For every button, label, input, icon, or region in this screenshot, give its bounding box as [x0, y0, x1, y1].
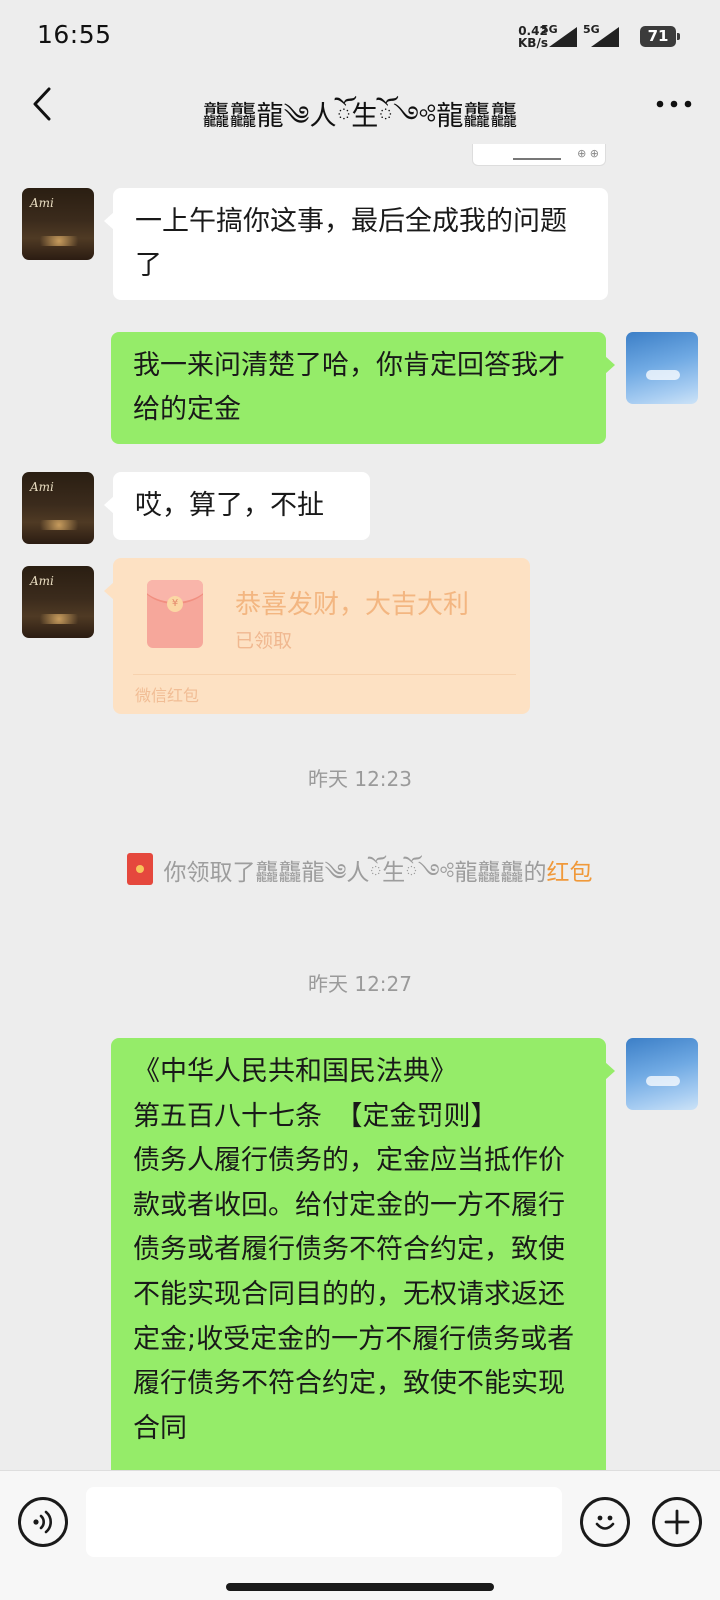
red-packet-title: 恭喜发财，大吉大利: [235, 590, 470, 620]
system-message: 你领取了龘龘龍༄人ོ生ོ༺龍龘龘的红包: [0, 847, 720, 912]
red-packet-footer: 微信红包: [135, 686, 200, 705]
my-avatar[interactable]: [626, 1038, 698, 1110]
system-message-text: 你领取了龘龘龍༄人ོ生ོ༺龍龘龘的: [163, 860, 547, 886]
home-indicator: [226, 1583, 494, 1591]
message-bubble-outgoing[interactable]: 《中华人民共和国民法典》 第五百八十七条 【定金罚则】 债务人履行债务的，定金应…: [111, 1038, 615, 1470]
contact-avatar[interactable]: [22, 188, 94, 260]
battery-icon: 71: [640, 26, 680, 47]
signal-2-icon: 5G: [583, 23, 621, 49]
voice-input-button[interactable]: [18, 1497, 68, 1547]
message-text: 哎，算了，不扯: [135, 490, 324, 521]
wechat-chat-screen: 16:55 0.42 KB/s 5G 5G 71 龘龘龍༄人ོ生ོ༺龍龘龘 ⊕ …: [0, 0, 720, 1600]
red-packet-small-icon: [127, 853, 154, 885]
timestamp: 昨天 12:27: [308, 972, 412, 996]
voice-icon: [33, 1510, 52, 1534]
my-avatar[interactable]: [626, 332, 698, 404]
message-list[interactable]: ⊕ ⊕ 一上午搞你这事，最后全成我的问题了 我一来问清楚了哈，你肯定回答我才给的…: [0, 140, 720, 1470]
status-bar: 16:55 0.42 KB/s 5G 5G 71: [0, 0, 720, 70]
back-button[interactable]: [20, 82, 64, 126]
more-options-button[interactable]: [650, 84, 698, 124]
red-packet-status: 已领取: [235, 630, 293, 652]
signal-1-icon: 5G: [541, 23, 579, 49]
chevron-left-icon: [33, 87, 51, 121]
battery-level: 71: [647, 27, 669, 45]
message-text: 我一来问清楚了哈，你肯定回答我才给的定金: [133, 350, 565, 425]
emoji-button[interactable]: [580, 1497, 630, 1547]
red-packet-icon: ¥: [147, 580, 203, 648]
chat-header: 龘龘龍༄人ོ生ོ༺龍龘龘: [0, 70, 720, 140]
message-text: 一上午搞你这事，最后全成我的问题了: [135, 206, 567, 281]
law-article-text: 债务人履行债务的，定金应当抵作价款或者收回。给付定金的一方不履行债务或者履行债务…: [133, 1145, 575, 1444]
law-title: 《中华人民共和国民法典》: [133, 1056, 457, 1087]
red-packet-link[interactable]: 红包: [547, 860, 593, 886]
contact-avatar[interactable]: [22, 472, 94, 544]
message-preview-fragment: ⊕ ⊕: [472, 144, 606, 166]
message-bubble-incoming[interactable]: 一上午搞你这事，最后全成我的问题了: [104, 188, 608, 300]
message-bubble-incoming[interactable]: 哎，算了，不扯: [104, 472, 370, 540]
message-input[interactable]: [86, 1487, 562, 1557]
law-article-heading: 第五百八十七条 【定金罚则】: [133, 1100, 498, 1132]
message-bubble-outgoing[interactable]: 我一来问清楚了哈，你肯定回答我才给的定金: [111, 332, 615, 444]
red-packet-coin: ¥: [167, 596, 183, 612]
smiley-icon: [595, 1515, 615, 1530]
contact-avatar[interactable]: [22, 566, 94, 638]
input-bar: [0, 1470, 720, 1600]
more-functions-button[interactable]: [652, 1497, 702, 1547]
red-packet-divider: [133, 674, 516, 675]
timestamp: 昨天 12:23: [308, 767, 412, 791]
status-time: 16:55: [37, 20, 112, 49]
more-dots-icon: [656, 100, 692, 108]
red-packet-card[interactable]: ¥ 恭喜发财，大吉大利 已领取 微信红包: [104, 558, 530, 714]
plus-icon: [664, 1509, 690, 1535]
